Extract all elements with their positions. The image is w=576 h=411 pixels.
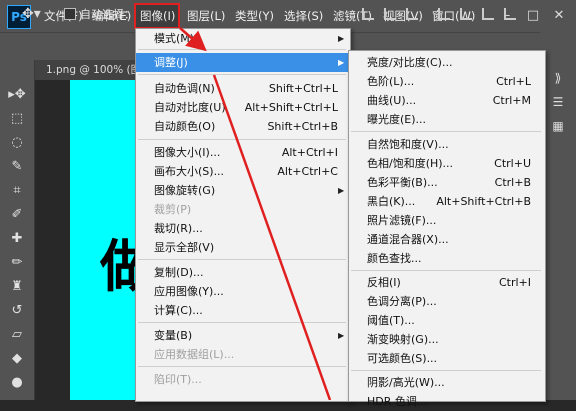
menu-item-auto-color[interactable]: 自动颜色(O) Shift+Ctrl+B: [136, 117, 350, 136]
menu-item-invert[interactable]: 反相(I) Ctrl+I: [349, 273, 545, 292]
panel-collapse-icon[interactable]: ⟫: [548, 68, 568, 88]
menu-item-black-white[interactable]: 黑白(K)... Alt+Shift+Ctrl+B: [349, 192, 545, 211]
menu-item-selective-color[interactable]: 可选颜色(S)...: [349, 349, 545, 368]
menu-item-trim[interactable]: 裁切(R)...: [136, 219, 350, 238]
menu-separator: [138, 366, 346, 367]
maximize-icon[interactable]: □: [520, 0, 546, 32]
menu-item-levels[interactable]: 色阶(L)... Ctrl+L: [349, 72, 545, 91]
menu-item-color-balance[interactable]: 色彩平衡(B)... Ctrl+B: [349, 173, 545, 192]
align-right-icon[interactable]: [406, 8, 418, 20]
menu-item-posterize[interactable]: 色调分离(P)...: [349, 292, 545, 311]
menu-item-gradient-map[interactable]: 渐变映射(G)...: [349, 330, 545, 349]
healing-brush-icon[interactable]: ✚: [6, 228, 28, 250]
menu-item-photo-filter[interactable]: 照片滤镜(F)...: [349, 211, 545, 230]
menu-item-brightness-contrast[interactable]: 亮度/对比度(C)...: [349, 53, 545, 72]
menu-item-vibrance[interactable]: 自然饱和度(V)...: [349, 135, 545, 154]
distribute-middle-icon[interactable]: [460, 8, 472, 20]
menu-separator: [138, 139, 346, 140]
align-center-icon[interactable]: [384, 8, 396, 20]
menu-separator: [138, 259, 346, 260]
menu-separator: [138, 49, 346, 50]
menu-item-hue-saturation[interactable]: 色相/饱和度(H)... Ctrl+U: [349, 154, 545, 173]
menu-item-duplicate[interactable]: 复制(D)...: [136, 263, 350, 282]
menu-separator: [351, 131, 541, 132]
auto-select-checkbox[interactable]: [64, 8, 76, 20]
lasso-tool-icon[interactable]: ◌: [6, 132, 28, 154]
menu-separator: [138, 322, 346, 323]
menu-item-color-lookup[interactable]: 颜色查找...: [349, 249, 545, 268]
move-tool-icon[interactable]: ✥▾: [22, 6, 41, 22]
properties-panel-icon[interactable]: ▦: [548, 116, 568, 136]
menu-item-shadows-highlights[interactable]: 阴影/高光(W)...: [349, 373, 545, 392]
brush-tool-icon[interactable]: ✏: [6, 252, 28, 274]
menu-item-hdr-toning[interactable]: HDR 色调...: [349, 392, 545, 411]
move-tool-icon[interactable]: ▸✥: [6, 84, 28, 106]
close-icon[interactable]: ✕: [546, 0, 572, 32]
menu-item-reveal-all[interactable]: 显示全部(V): [136, 238, 350, 257]
marquee-tool-icon[interactable]: ⬚: [6, 108, 28, 130]
menu-item-image-rotation[interactable]: 图像旋转(G) ▶: [136, 181, 350, 200]
menu-item-apply-image[interactable]: 应用图像(Y)...: [136, 282, 350, 301]
menu-item-threshold[interactable]: 阈值(T)...: [349, 311, 545, 330]
menu-item-variables[interactable]: 变量(B) ▶: [136, 326, 350, 345]
eyedropper-icon[interactable]: ✐: [6, 204, 28, 226]
adjustments-submenu: 亮度/对比度(C)... 色阶(L)... Ctrl+L 曲线(U)... Ctrl…: [348, 50, 546, 408]
menu-item-exposure[interactable]: 曝光度(E)...: [349, 110, 545, 129]
blur-tool-icon[interactable]: ●: [6, 372, 28, 394]
document-tab[interactable]: 1.png @ 100% (图层: [34, 60, 150, 80]
quick-select-icon[interactable]: ✎: [6, 156, 28, 178]
image-menu: 模式(M) ▶ 调整(J) ▶ 自动色调(N) Shift+Ctrl+L 自动对比度(…: [135, 28, 351, 402]
auto-select-label: 自动选择：: [80, 8, 135, 21]
menu-item-adjustments[interactable]: 调整(J) ▶: [136, 53, 350, 72]
stamp-tool-icon[interactable]: ♜: [6, 276, 28, 298]
paint-bucket-icon[interactable]: ◆: [6, 348, 28, 370]
menu-separator: [351, 370, 541, 371]
history-brush-icon[interactable]: ↺: [6, 300, 28, 322]
menu-separator: [351, 270, 541, 271]
align-left-icon[interactable]: [362, 8, 374, 20]
menu-item-calculations[interactable]: 计算(C)...: [136, 301, 350, 320]
menu-item-auto-tone[interactable]: 自动色调(N) Shift+Ctrl+L: [136, 79, 350, 98]
menu-item-image-size[interactable]: 图像大小(I)... Alt+Ctrl+I: [136, 143, 350, 162]
distribute-top-icon[interactable]: [438, 8, 450, 20]
history-panel-icon[interactable]: ☰: [548, 92, 568, 112]
menu-item-curves[interactable]: 曲线(U)... Ctrl+M: [349, 91, 545, 110]
eraser-tool-icon[interactable]: ▱: [6, 324, 28, 346]
menu-item-channel-mixer[interactable]: 通道混合器(X)...: [349, 230, 545, 249]
menu-item-mode[interactable]: 模式(M) ▶: [136, 29, 350, 48]
menu-separator: [138, 74, 346, 75]
distribute-bottom-icon[interactable]: [482, 8, 494, 20]
menu-item-canvas-size[interactable]: 画布大小(S)... Alt+Ctrl+C: [136, 162, 350, 181]
crop-tool-icon[interactable]: ⌗: [6, 180, 28, 202]
distribute-left-icon[interactable]: [504, 8, 516, 20]
menu-item-auto-contrast[interactable]: 自动对比度(U) Alt+Shift+Ctrl+L: [136, 98, 350, 117]
menu-item-apply-data-set: 应用数据组(L)...: [154, 348, 235, 361]
menu-item-crop: 裁剪(P): [154, 203, 192, 216]
menu-item-trap: 陷印(T)...: [154, 373, 202, 386]
